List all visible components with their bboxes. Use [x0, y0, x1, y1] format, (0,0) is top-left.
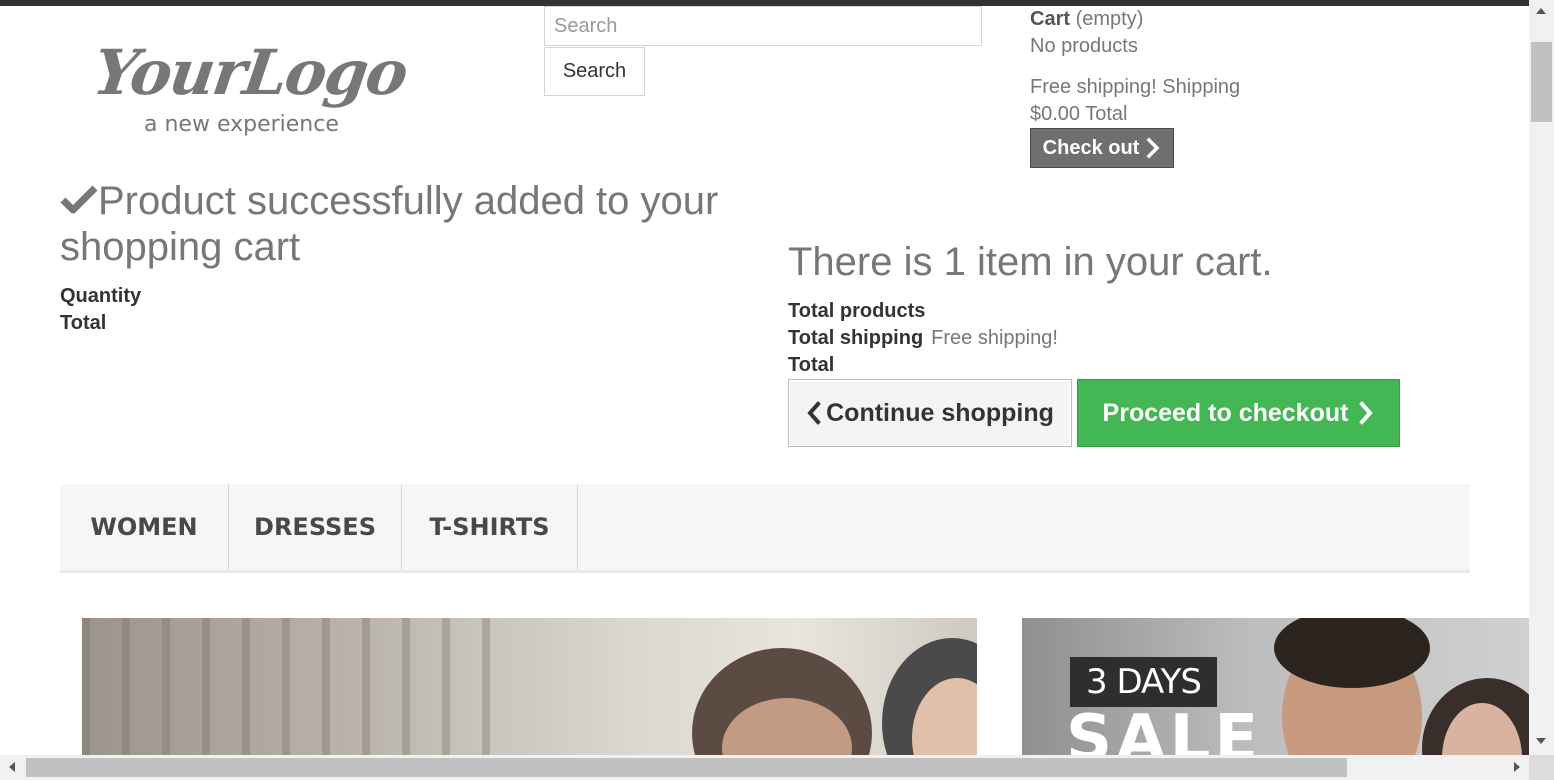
- cart-items-message: There is 1 item in your cart.: [788, 240, 1273, 284]
- logo-tagline: a new experience: [144, 112, 339, 137]
- vertical-scrollbar[interactable]: [1529, 0, 1554, 755]
- proceed-to-checkout-button[interactable]: Proceed to checkout: [1077, 379, 1400, 447]
- success-heading: Product successfully added to your shopp…: [60, 178, 760, 270]
- mini-cart-total: $0.00 Total: [1030, 103, 1128, 125]
- total-label: Total: [60, 312, 107, 334]
- continue-shopping-label: Continue shopping: [826, 398, 1054, 427]
- chevron-right-icon: [1145, 136, 1161, 160]
- mini-cart-shipping: Free shipping! Shipping: [1030, 76, 1241, 98]
- product-summary: Quantity Total: [60, 283, 141, 337]
- sale-badge: 3 DAYS: [1070, 657, 1217, 707]
- chevron-left-icon: [806, 401, 822, 425]
- total-shipping-label: Total shipping: [788, 327, 924, 349]
- sale-banner[interactable]: 3 DAYS SALE: [1022, 618, 1529, 755]
- scroll-left-icon[interactable]: [9, 762, 15, 772]
- continue-shopping-button[interactable]: Continue shopping: [788, 379, 1072, 447]
- scroll-right-icon[interactable]: [1514, 762, 1520, 772]
- checkout-button[interactable]: Check out: [1030, 128, 1174, 168]
- logo-wordmark: YourLogo: [88, 36, 411, 109]
- site-logo[interactable]: YourLogo a new experience: [88, 36, 452, 142]
- checkout-button-label: Check out: [1042, 136, 1140, 159]
- success-message: Product successfully added to your shopp…: [60, 179, 719, 269]
- mini-cart-header[interactable]: Cart (empty): [1030, 6, 1240, 33]
- menu-item-women[interactable]: Women: [60, 484, 229, 570]
- total-products-label: Total products: [788, 300, 926, 322]
- cart-total-label: Total: [788, 354, 835, 376]
- mini-cart-no-products: No products: [1030, 35, 1138, 57]
- horizontal-scroll-thumb[interactable]: [26, 758, 1347, 777]
- quantity-label: Quantity: [60, 285, 142, 307]
- mini-cart-state: (empty): [1075, 8, 1144, 30]
- search-input[interactable]: [544, 6, 982, 46]
- home-slider-banner[interactable]: [82, 618, 977, 755]
- scrollbar-corner: [1529, 755, 1554, 780]
- horizontal-scrollbar[interactable]: [0, 755, 1529, 780]
- check-icon: [60, 180, 98, 214]
- total-shipping-value: Free shipping!: [931, 327, 1058, 349]
- scroll-up-icon[interactable]: [1536, 8, 1546, 14]
- main-menu: Women Dresses T-shirts: [60, 484, 1470, 573]
- vertical-scroll-thumb[interactable]: [1531, 42, 1552, 122]
- mini-cart[interactable]: Cart (empty) No products Free shipping! …: [1030, 6, 1240, 128]
- search-button[interactable]: Search: [544, 47, 645, 96]
- sale-headline: SALE: [1066, 702, 1263, 755]
- menu-item-t-shirts[interactable]: T-shirts: [402, 484, 578, 570]
- chevron-right-icon: [1358, 401, 1374, 425]
- proceed-to-checkout-label: Proceed to checkout: [1102, 398, 1349, 427]
- mini-cart-label: Cart: [1030, 8, 1071, 30]
- scroll-down-icon[interactable]: [1536, 738, 1546, 744]
- menu-item-dresses[interactable]: Dresses: [229, 484, 402, 570]
- cart-summary: Total products Total shipping Free shippi…: [788, 298, 1058, 379]
